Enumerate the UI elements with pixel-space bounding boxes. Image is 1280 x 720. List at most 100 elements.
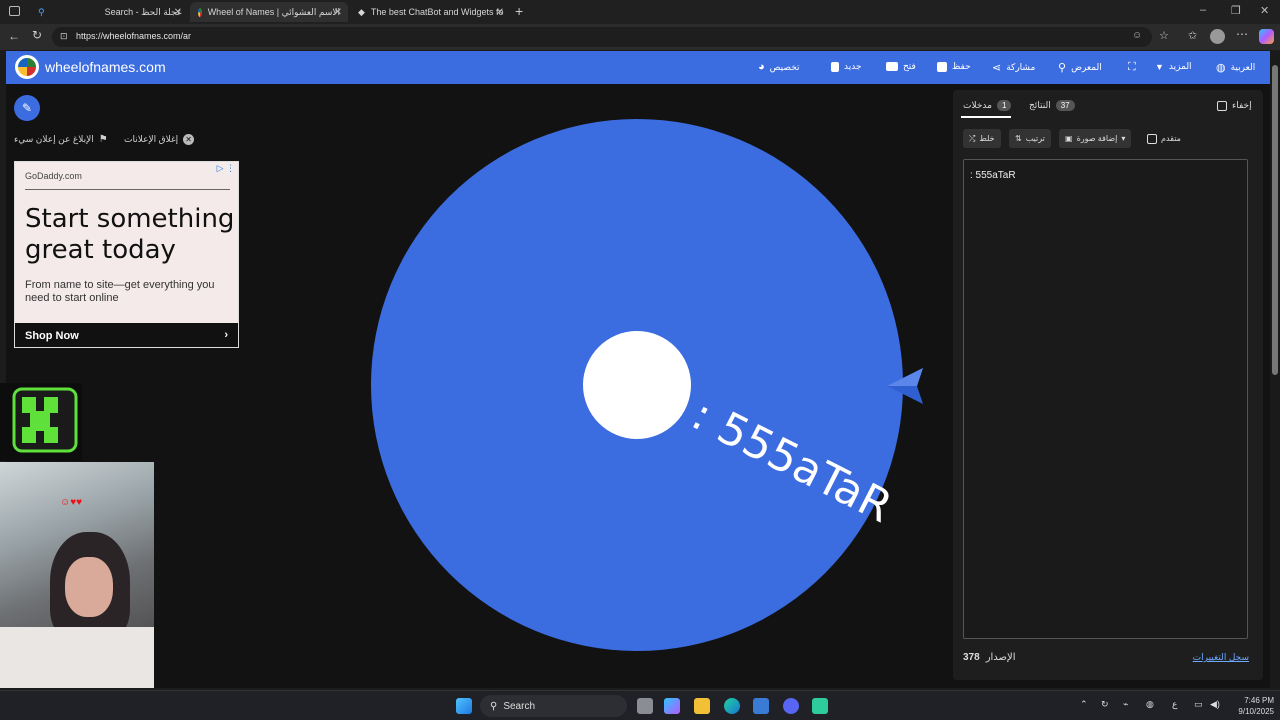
language-menu[interactable]: ◍ العربية: [1216, 61, 1255, 74]
entries-panel: مدخلات 1 النتائج 37 إخفاء ⤮ خلط ⇅ ترتيب …: [953, 90, 1263, 680]
ad-choices-icon[interactable]: ▷ ⋮: [217, 163, 235, 174]
shop-now-button[interactable]: Shop Now ›: [15, 323, 238, 347]
wheel-pointer-icon: [887, 368, 923, 404]
wheel-center[interactable]: [583, 331, 691, 439]
new-tab-icon[interactable]: +: [515, 3, 523, 19]
url-field[interactable]: ⊡ https://wheelofnames.com/ar ☺: [52, 27, 1152, 47]
search-icon: ⚲: [38, 6, 45, 17]
notifications-off-icon[interactable]: ⌁: [1123, 699, 1128, 710]
file-explorer-icon[interactable]: [694, 698, 710, 714]
site-logo-icon[interactable]: [15, 55, 39, 79]
fullscreen-icon: ⛶: [1128, 61, 1136, 73]
add-image-button[interactable]: ▣ إضافة صورة ▾: [1059, 129, 1132, 148]
advanced-checkbox[interactable]: متقدم: [1141, 129, 1187, 148]
globe-icon: ◍: [1216, 62, 1226, 74]
changelog-link[interactable]: سجل التغييرات: [1193, 652, 1249, 663]
diamond-favicon-icon: ◆: [358, 6, 365, 17]
more-menu[interactable]: ▼ المزيد: [1155, 61, 1192, 72]
volume-icon[interactable]: ◀): [1210, 699, 1220, 710]
tab-wheel-of-names[interactable]: Wheel of Names | الاسم العشوائي ✕: [190, 2, 348, 22]
wheel[interactable]: : 555aTaR: [371, 119, 903, 651]
tab-search[interactable]: ⚲ Search - عجلة الحظ ✕: [30, 2, 188, 22]
fullscreen-button[interactable]: ⛶: [1128, 61, 1136, 74]
share-button[interactable]: ⋖ مشاركة: [992, 61, 1035, 74]
new-button[interactable]: جديد: [831, 61, 862, 72]
tab-chatbot[interactable]: ◆ The best ChatBot and Widgets fo ✕: [350, 2, 510, 22]
close-tab-icon[interactable]: ✕: [496, 7, 504, 18]
microphone-icon[interactable]: ◍: [1146, 699, 1154, 710]
refresh-icon[interactable]: ↻: [32, 28, 42, 42]
tab-entries[interactable]: مدخلات 1: [963, 100, 1012, 111]
restore-icon[interactable]: ❐: [1231, 4, 1241, 17]
address-bar-row: ← ↻ ⊡ https://wheelofnames.com/ar ☺ ☆ ✩ …: [0, 24, 1280, 50]
shuffle-button[interactable]: ⤮ خلط: [963, 129, 1001, 148]
taskbar: ⚲ Search ⌃ ↻ ⌁ ◍ ع ▭ ◀) 7:46 PM 9/10/202…: [0, 690, 1280, 720]
sync-icon[interactable]: ↻: [1101, 699, 1109, 710]
image-icon: ▣: [1065, 134, 1073, 143]
discord-icon[interactable]: [783, 698, 799, 714]
store-icon[interactable]: [753, 698, 769, 714]
sort-button[interactable]: ⇅ ترتيب: [1009, 129, 1051, 148]
copilot-icon[interactable]: [664, 698, 680, 714]
results-count-badge: 37: [1055, 100, 1075, 111]
pencil-icon: ✎: [21, 101, 33, 115]
customize-button[interactable]: ◕ تخصيص: [758, 61, 800, 73]
save-button[interactable]: حفظ: [937, 61, 971, 72]
favorite-star-icon[interactable]: ☆: [1159, 29, 1169, 42]
webcam-person-body: [0, 627, 154, 688]
task-view-icon[interactable]: [637, 698, 653, 714]
heart-sticker-icon: ☺♥♥: [60, 497, 83, 508]
close-circle-icon: ✕: [183, 134, 195, 145]
close-ads-link[interactable]: إغلاق الإعلانات ✕: [124, 134, 195, 145]
search-icon: ⚲: [1058, 62, 1067, 74]
taskbar-search[interactable]: ⚲ Search: [480, 695, 627, 717]
shuffle-icon: ⤮: [969, 133, 976, 143]
profile-avatar[interactable]: [1210, 29, 1225, 44]
minimize-icon[interactable]: –: [1200, 4, 1206, 16]
scrollbar[interactable]: [1270, 51, 1280, 688]
favorites-icon[interactable]: ✩: [1188, 29, 1197, 42]
open-button[interactable]: فتح: [886, 61, 916, 72]
lock-icon: ⊡: [60, 31, 68, 41]
back-icon[interactable]: ←: [8, 29, 20, 43]
copilot-icon[interactable]: [1259, 29, 1274, 44]
site-name[interactable]: wheelofnames.com: [45, 59, 166, 75]
reader-icon[interactable]: ☺: [1132, 30, 1142, 41]
scrollbar-thumb[interactable]: [1272, 65, 1278, 375]
app-icon[interactable]: [812, 698, 828, 714]
active-tab-indicator: [961, 116, 1011, 118]
menu-dots-icon[interactable]: ⋯: [1236, 27, 1248, 41]
tray-chevron-up-icon[interactable]: ⌃: [1080, 699, 1088, 710]
hide-checkbox[interactable]: إخفاء: [1217, 100, 1252, 111]
new-file-icon: [831, 61, 839, 72]
edge-icon[interactable]: [724, 698, 740, 714]
keyboard-language[interactable]: ع: [1172, 699, 1177, 710]
advertisement[interactable]: ▷ ⋮ GoDaddy.com Start something great to…: [14, 161, 239, 348]
report-ad-link[interactable]: الإبلاغ عن إعلان سيء ⚑: [14, 134, 108, 145]
tab-results[interactable]: النتائج 37: [1029, 100, 1075, 111]
folder-icon: [886, 62, 898, 71]
display-icon[interactable]: ▭: [1194, 699, 1203, 710]
chevron-down-icon: ▾: [1121, 134, 1126, 143]
search-icon: ⚲: [490, 700, 498, 712]
share-icon: ⋖: [992, 62, 1002, 74]
chevron-down-icon: ▼: [1155, 61, 1164, 72]
edit-button[interactable]: ✎: [14, 95, 40, 121]
version-info: 378 الإصدار: [963, 652, 1016, 663]
close-window-icon[interactable]: ✕: [1260, 4, 1269, 17]
windows-start-icon[interactable]: [456, 698, 472, 714]
close-tab-icon[interactable]: ✕: [334, 7, 342, 18]
flag-icon: ⚑: [98, 134, 108, 145]
entries-textarea[interactable]: : 555aTaR: [963, 159, 1248, 639]
clock[interactable]: 7:46 PM 9/10/2025: [1224, 695, 1274, 717]
wheel-favicon-icon: [198, 7, 202, 17]
gallery-button[interactable]: ⚲ المعرض: [1058, 61, 1102, 74]
site-header: wheelofnames.com ◕ تخصيص جديد فتح حفظ ⋖ …: [6, 51, 1270, 84]
webcam-person-face: [65, 557, 113, 617]
close-tab-icon[interactable]: ✕: [174, 7, 182, 18]
ad-headline: Start something great today: [25, 204, 235, 265]
green-logo-overlay: [0, 383, 82, 461]
webcam-overlay: ☺♥♥: [0, 462, 154, 688]
sidebar-toggle-icon[interactable]: [9, 6, 20, 16]
save-icon: [937, 61, 947, 72]
